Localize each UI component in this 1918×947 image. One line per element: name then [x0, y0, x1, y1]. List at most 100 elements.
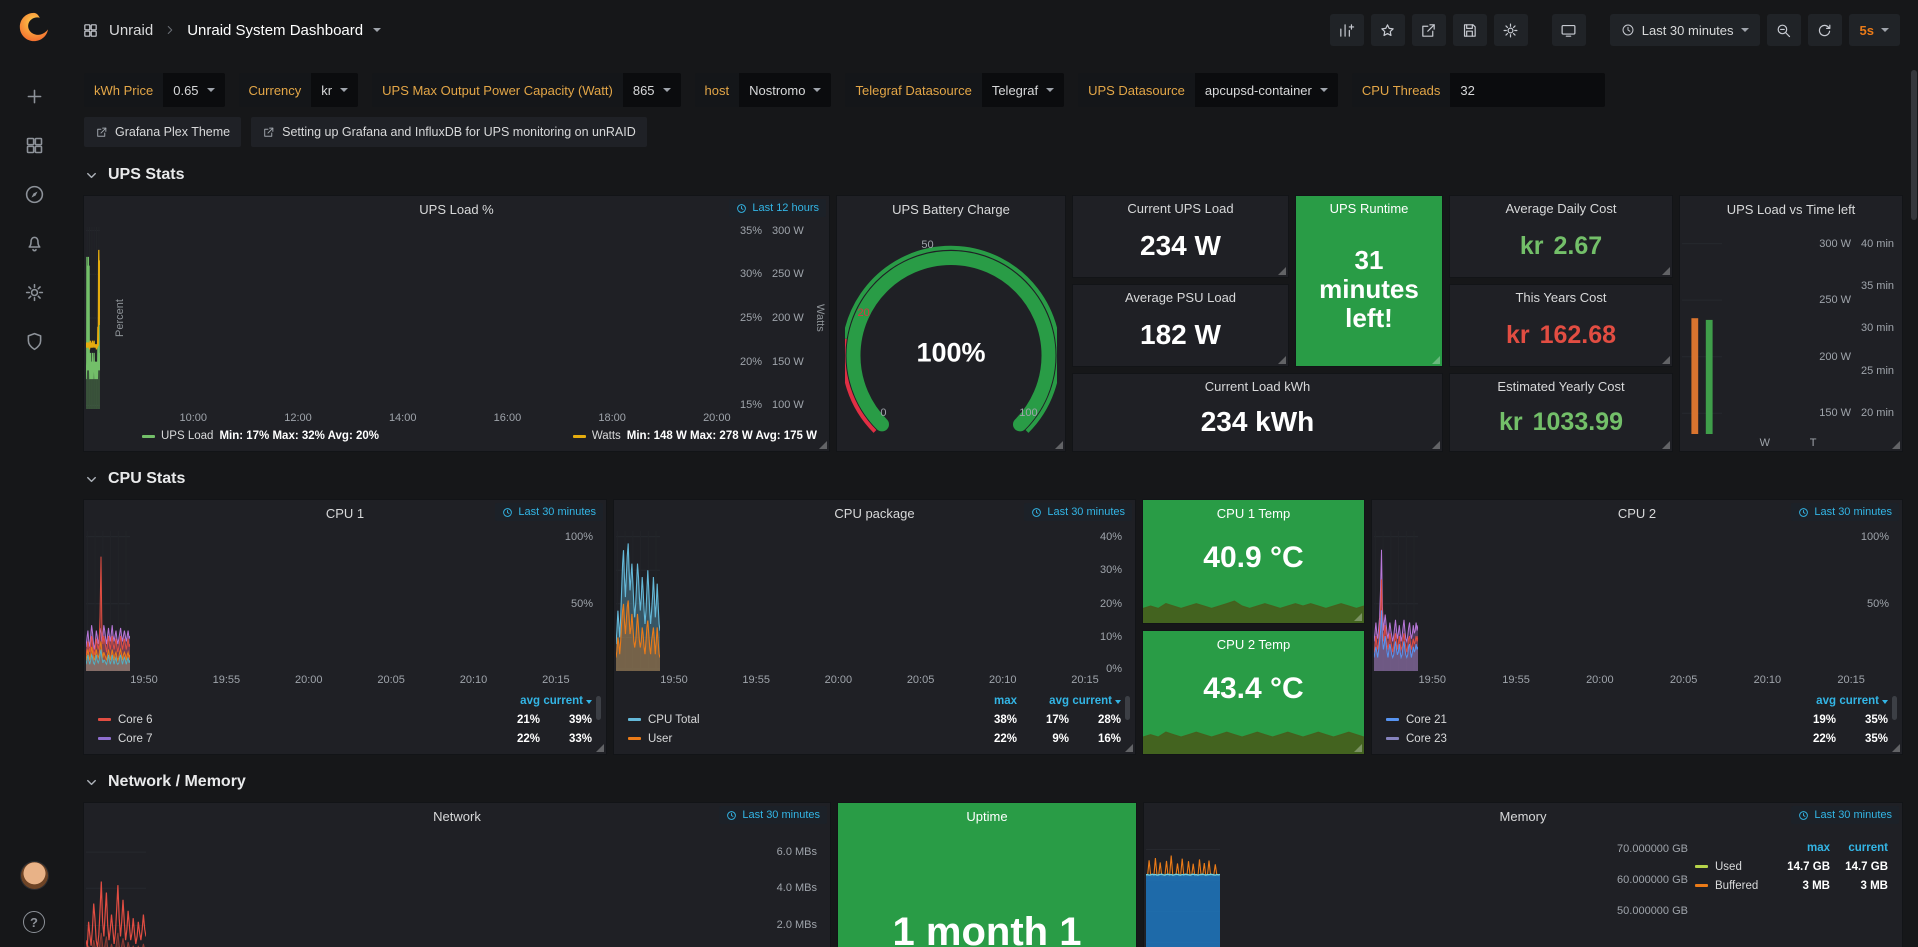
series-toggle[interactable]: Core 6 [98, 714, 488, 726]
legend-column-current[interactable]: current [1830, 842, 1888, 854]
ups-load-chart[interactable] [86, 227, 100, 409]
series-stats: Min: 148 W Max: 278 W Avg: 175 W [627, 430, 817, 442]
panel-header[interactable]: UPS Battery Charge [837, 196, 1065, 223]
variable-text-input[interactable]: 32 [1450, 73, 1605, 107]
server-admin-shield-icon[interactable] [24, 331, 45, 352]
panel-cpu2-temp: CPU 2 Temp 43.4 °C [1143, 631, 1364, 754]
time-range-picker[interactable]: Last 30 minutes [1610, 14, 1760, 46]
section-header-cpu-stats[interactable]: CPU Stats [84, 466, 1902, 492]
cpu1-chart[interactable] [86, 531, 130, 671]
variable-value-dropdown[interactable]: 865 [623, 73, 681, 107]
panel-header[interactable]: CPU 1 Temp [1143, 500, 1364, 527]
section-header-network-memory[interactable]: Network / Memory [84, 769, 1902, 795]
apps-grid-icon[interactable] [82, 22, 99, 39]
series-toggle[interactable]: User [628, 733, 965, 745]
legend-column-avg[interactable]: avg [1784, 695, 1836, 707]
add-panel-button[interactable] [1330, 14, 1364, 46]
dashboard-settings-button[interactable] [1494, 14, 1528, 46]
network-chart[interactable] [86, 834, 146, 947]
dashboards-icon[interactable] [24, 135, 45, 156]
panel-header[interactable]: Current Load kWh [1073, 374, 1442, 399]
variable-value: 0.65 [173, 83, 198, 98]
series-toggle[interactable]: Core 23 [1386, 733, 1784, 745]
chart-canvas [1143, 720, 1364, 754]
panel-header[interactable]: Average Daily Cost [1450, 196, 1672, 221]
grafana-logo-icon[interactable] [17, 10, 51, 44]
variable-value-dropdown[interactable]: Telegraf [982, 73, 1064, 107]
time-override-badge[interactable]: Last 30 minutes [719, 806, 827, 824]
panel-header[interactable]: UPS Load vs Time left [1680, 196, 1902, 223]
legend-column-avg[interactable]: avg [1017, 695, 1069, 707]
cpu2-chart[interactable] [1374, 531, 1418, 671]
memory-chart[interactable] [1146, 834, 1220, 947]
panel-header[interactable]: Average PSU Load [1073, 285, 1288, 310]
section-header-ups-stats[interactable]: UPS Stats [84, 162, 1902, 188]
legend-item-ups-load[interactable]: UPS Load Min: 17% Max: 32% Avg: 20% [142, 430, 379, 442]
variable-value-dropdown[interactable]: kr [311, 73, 358, 107]
panel-header[interactable]: UPS Runtime [1296, 196, 1442, 221]
variable-value-dropdown[interactable]: 0.65 [163, 73, 224, 107]
variable-value-dropdown[interactable]: Nostromo [739, 73, 831, 107]
series-toggle[interactable]: Core 21 [1386, 714, 1784, 726]
cpu-package-chart[interactable] [616, 531, 660, 671]
variable-value-dropdown[interactable]: apcupsd-container [1195, 73, 1338, 107]
cycle-view-mode-button[interactable] [1552, 14, 1586, 46]
legend-column-max[interactable]: max [1772, 842, 1830, 854]
x-axis: WT [1722, 434, 1856, 451]
link-ups-monitoring-guide[interactable]: Setting up Grafana and InfluxDB for UPS … [251, 117, 647, 147]
legend-column-current[interactable]: current [1836, 695, 1888, 707]
time-override-badge[interactable]: Last 30 minutes [1791, 806, 1899, 824]
page-scrollbar[interactable] [1911, 70, 1917, 220]
zoom-out-time-button[interactable] [1767, 14, 1801, 46]
share-dashboard-button[interactable] [1412, 14, 1446, 46]
legend-column-avg[interactable]: avg [488, 695, 540, 707]
series-toggle[interactable]: Core 7 [98, 733, 488, 745]
panel-header[interactable]: Uptime [838, 803, 1136, 830]
time-override-badge[interactable]: Last 12 hours [729, 199, 826, 217]
explore-compass-icon[interactable] [24, 184, 45, 205]
link-grafana-plex-theme[interactable]: Grafana Plex Theme [84, 117, 241, 147]
panel-header[interactable]: Estimated Yearly Cost [1450, 374, 1672, 399]
save-dashboard-button[interactable] [1453, 14, 1487, 46]
panel-header[interactable]: CPU 2 Last 30 minutes [1372, 500, 1902, 527]
time-override-badge[interactable]: Last 30 minutes [1791, 503, 1899, 521]
configuration-gear-icon[interactable] [24, 282, 45, 303]
create-plus-icon[interactable] [24, 86, 45, 107]
user-avatar[interactable] [21, 862, 48, 889]
legend-item-watts[interactable]: Watts Min: 148 W Max: 278 W Avg: 175 W [573, 430, 817, 442]
panel-header[interactable]: This Years Cost [1450, 285, 1672, 310]
legend-column-current[interactable]: current [540, 695, 592, 707]
panel-ups-battery-charge: UPS Battery Charge 0 20 50 100 100% [837, 196, 1065, 451]
panel-title: CPU 1 [326, 506, 364, 521]
star-dashboard-button[interactable] [1371, 14, 1405, 46]
axis-tick-label: 250 W [772, 268, 804, 280]
panel-header[interactable]: Current UPS Load [1073, 196, 1288, 221]
dashboard-caret-icon[interactable] [373, 28, 381, 32]
panel-header[interactable]: UPS Load % Last 12 hours [84, 196, 829, 223]
panel-header[interactable]: Network Last 30 minutes [84, 803, 830, 830]
help-icon[interactable]: ? [23, 911, 45, 933]
refresh-button[interactable] [1808, 14, 1842, 46]
series-toggle[interactable]: Used [1695, 861, 1772, 873]
gauge-value: 100% [837, 337, 1065, 368]
breadcrumb-root[interactable]: Unraid [109, 22, 153, 39]
panel-cpu1-temp: CPU 1 Temp 40.9 °C [1143, 500, 1364, 623]
time-override-badge[interactable]: Last 30 minutes [495, 503, 603, 521]
panel-header[interactable]: CPU 2 Temp [1143, 631, 1364, 658]
panel-cpu-2: CPU 2 Last 30 minutes 100%50% 19:5019:55… [1372, 500, 1902, 754]
panel-header[interactable]: Memory Last 30 minutes [1144, 803, 1902, 830]
axis-tick-label: 20:05 [377, 674, 405, 686]
series-toggle[interactable]: Buffered [1695, 880, 1772, 892]
series-toggle[interactable]: CPU Total [628, 714, 965, 726]
refresh-interval-picker[interactable]: 5s [1849, 14, 1900, 46]
legend-header-row: avg current [1386, 691, 1888, 710]
legend-column-max[interactable]: max [965, 695, 1017, 707]
legend-column-current[interactable]: current [1069, 695, 1121, 707]
dashboard-title[interactable]: Unraid System Dashboard [187, 22, 363, 39]
alerting-bell-icon[interactable] [24, 233, 45, 254]
panel-header[interactable]: CPU package Last 30 minutes [614, 500, 1135, 527]
panel-header[interactable]: CPU 1 Last 30 minutes [84, 500, 606, 527]
ups-bar-chart[interactable] [1682, 227, 1722, 434]
time-override-badge[interactable]: Last 30 minutes [1024, 503, 1132, 521]
series-name: Core 6 [118, 714, 153, 726]
